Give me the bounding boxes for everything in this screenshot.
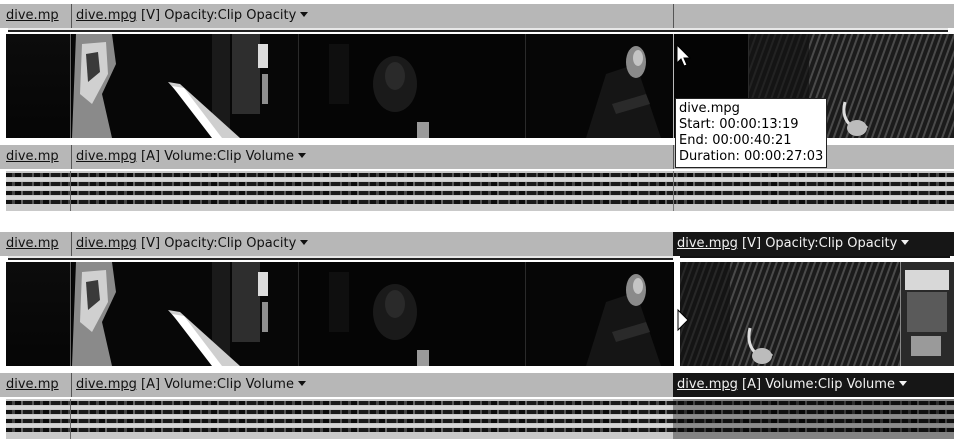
effect-dropdown[interactable]: Opacity:Clip Opacity [164, 236, 309, 251]
effect-label: Opacity:Clip Opacity [765, 236, 898, 251]
effect-label: Opacity:Clip Opacity [164, 236, 297, 251]
edit-point-line [673, 145, 674, 169]
track-type: [V] [141, 8, 161, 23]
waveform-gap [6, 178, 954, 181]
effect-dropdown[interactable]: Volume:Clip Volume [765, 377, 907, 392]
clip-label-short[interactable]: dive.mp [2, 7, 59, 25]
keyframe-line-shadow [8, 258, 673, 260]
selected-audio-region [673, 399, 954, 439]
frame-divider [70, 262, 71, 366]
frame-image [299, 262, 525, 366]
audio-waveform[interactable] [6, 171, 954, 211]
effect-dropdown[interactable]: Opacity:Clip Opacity [765, 236, 910, 251]
audio-waveform[interactable] [6, 399, 954, 439]
clip-label-short[interactable]: dive.mp [2, 148, 59, 166]
track-type: [A] [141, 149, 161, 164]
timeline-panel-bottom: dive.mp dive.mpg [V] Opacity:Clip Opacit… [0, 228, 954, 442]
clip-label-audio[interactable]: dive.mpg [A] Volume:Clip Volume [72, 376, 306, 394]
tooltip-end: End: 00:00:40:21 [679, 133, 792, 148]
frame-image [72, 34, 298, 138]
video-frame [6, 262, 70, 366]
keyframe-line-shadow [8, 30, 948, 32]
clip-name[interactable]: dive.mp [6, 8, 59, 23]
dropdown-arrow-icon[interactable] [297, 153, 306, 158]
waveform-gap [6, 187, 954, 190]
clip-label-video-selected[interactable]: dive.mpg [V] Opacity:Clip Opacity [673, 235, 910, 253]
tooltip-start: Start: 00:00:13:19 [679, 117, 799, 132]
timeline-panel-top: dive.mp dive.mpg [V] Opacity:Clip Opacit… [0, 0, 954, 214]
tooltip-duration: Duration: 00:00:27:03 [679, 149, 824, 164]
clip-label-short[interactable]: dive.mp [2, 376, 59, 394]
video-frame [526, 34, 673, 138]
effect-label: Volume:Clip Volume [765, 377, 895, 392]
clip-name[interactable]: dive.mp [6, 149, 59, 164]
video-track-header: dive.mp dive.mpg [V] Opacity:Clip Opacit… [0, 4, 954, 28]
dropdown-arrow-icon[interactable] [300, 240, 309, 245]
effect-dropdown[interactable]: Opacity:Clip Opacity [164, 8, 309, 23]
video-frame [299, 262, 525, 366]
effect-label: Opacity:Clip Opacity [164, 8, 297, 23]
clip-divider [70, 399, 71, 439]
video-frame [680, 262, 900, 366]
clip-name[interactable]: dive.mp [6, 236, 59, 251]
clip-name[interactable]: dive.mpg [677, 377, 738, 392]
frame-image [901, 262, 954, 366]
clip-label-video[interactable]: dive.mpg [V] Opacity:Clip Opacity [72, 7, 309, 25]
clip-name[interactable]: dive.mpg [76, 8, 137, 23]
frame-image [680, 262, 900, 366]
video-frame [6, 34, 70, 138]
dropdown-arrow-icon[interactable] [898, 381, 907, 386]
video-frame [526, 262, 673, 366]
clip-info-tooltip: dive.mpg Start: 00:00:13:19 End: 00:00:4… [675, 98, 828, 168]
dropdown-arrow-icon[interactable] [901, 240, 910, 245]
mouse-pointer-icon [676, 44, 692, 68]
frame-image [299, 34, 525, 138]
trim-cursor-icon [672, 308, 690, 332]
dropdown-arrow-icon[interactable] [297, 381, 306, 386]
frame-image [72, 262, 298, 366]
tooltip-clip-name: dive.mpg [679, 101, 740, 116]
video-frame [299, 34, 525, 138]
waveform-channel [6, 173, 954, 177]
frame-divider [70, 34, 71, 138]
video-frame [72, 262, 298, 366]
edit-point-line [673, 171, 674, 211]
edit-point-line [673, 4, 674, 28]
waveform-channel [6, 191, 954, 195]
video-frame [901, 262, 954, 366]
track-type: [A] [742, 377, 762, 392]
selected-audio-clip-header[interactable]: dive.mpg [A] Volume:Clip Volume [673, 373, 954, 397]
clip-label-audio[interactable]: dive.mpg [A] Volume:Clip Volume [72, 148, 306, 166]
clip-name[interactable]: dive.mpg [677, 236, 738, 251]
waveform-gap [6, 196, 954, 199]
frame-image [526, 34, 673, 138]
clip-label-short[interactable]: dive.mp [2, 235, 59, 253]
track-type: [V] [742, 236, 762, 251]
track-type: [V] [141, 236, 161, 251]
effect-dropdown[interactable]: Volume:Clip Volume [164, 377, 306, 392]
effect-label: Volume:Clip Volume [164, 149, 294, 164]
waveform-channel [6, 200, 954, 204]
mouse-pointer-shape [676, 44, 692, 67]
track-type: [A] [141, 377, 161, 392]
clip-label-audio-selected[interactable]: dive.mpg [A] Volume:Clip Volume [673, 376, 907, 394]
keyframe-line [680, 256, 950, 258]
effect-dropdown[interactable]: Volume:Clip Volume [164, 149, 306, 164]
clip-label-video[interactable]: dive.mpg [V] Opacity:Clip Opacity [72, 235, 309, 253]
selected-video-clip-header[interactable]: dive.mpg [V] Opacity:Clip Opacity [673, 232, 954, 256]
frame-image [526, 262, 673, 366]
dropdown-arrow-icon[interactable] [300, 12, 309, 17]
clip-divider [70, 171, 71, 211]
effect-label: Volume:Clip Volume [164, 377, 294, 392]
clip-name[interactable]: dive.mpg [76, 377, 137, 392]
clip-name[interactable]: dive.mpg [76, 149, 137, 164]
video-track-thumbnails[interactable] [6, 262, 954, 366]
waveform-channel [6, 182, 954, 186]
video-frame [72, 34, 298, 138]
clip-name[interactable]: dive.mp [6, 377, 59, 392]
trim-cursor-shape [677, 308, 689, 332]
clip-name[interactable]: dive.mpg [76, 236, 137, 251]
